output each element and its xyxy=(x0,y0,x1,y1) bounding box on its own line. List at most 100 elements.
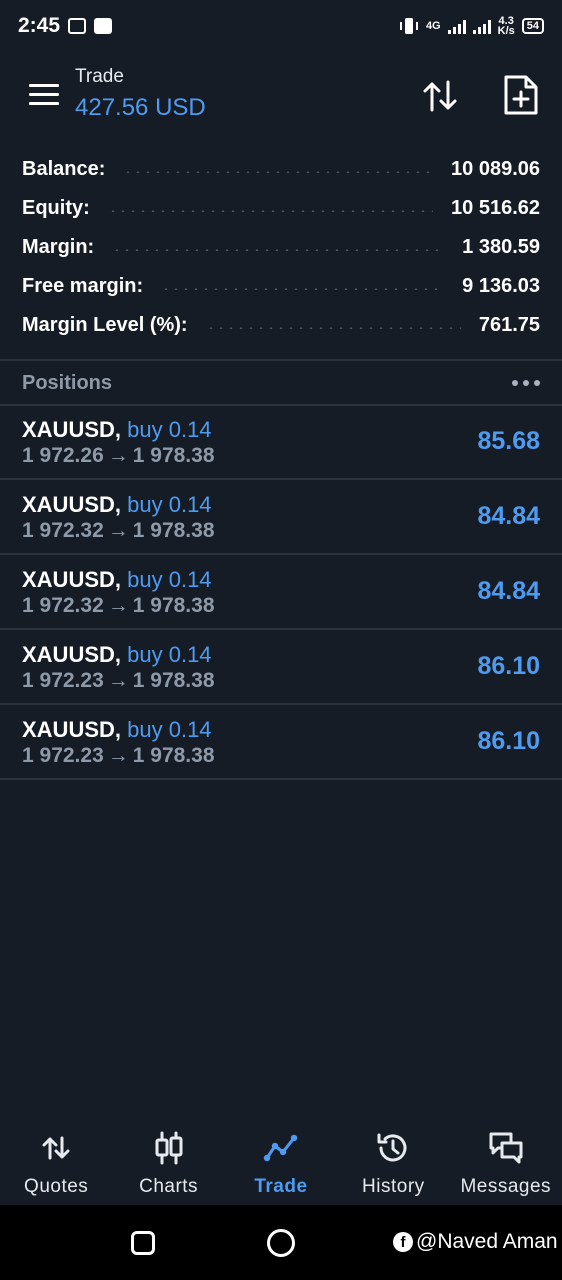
signal-icon-2 xyxy=(472,18,491,34)
summary-row-equity: Equity: 10 516.62 xyxy=(0,189,562,228)
trade-line-icon xyxy=(263,1134,298,1162)
summary-label: Balance: xyxy=(22,158,106,180)
status-bar-right: 4G 4.3 K/s 54 xyxy=(399,16,544,37)
bottom-navigation: Quotes Charts Trade History Messages xyxy=(0,1118,562,1204)
nav-label: Charts xyxy=(139,1176,199,1197)
position-row[interactable]: XAUUSD, buy 0.14 1 972.26 → 1 978.38 85.68 xyxy=(0,405,562,480)
open-price: 1 972.32 xyxy=(22,594,104,617)
position-prices: 1 972.32 → 1 978.38 xyxy=(22,594,215,618)
home-button[interactable] xyxy=(267,1229,295,1257)
new-order-icon[interactable] xyxy=(502,74,540,116)
summary-value: 10 089.06 xyxy=(451,158,540,180)
page-title: Trade xyxy=(75,66,124,87)
current-price: 1 978.38 xyxy=(132,594,215,617)
position-symbol: XAUUSD, xyxy=(22,417,122,442)
price-arrow: → xyxy=(107,444,129,467)
dotted-leader xyxy=(161,287,445,290)
summary-label: Equity: xyxy=(22,197,90,219)
summary-value: 10 516.62 xyxy=(451,197,540,219)
position-prices: 1 972.32 → 1 978.38 xyxy=(22,519,215,543)
summary-value: 1 380.59 xyxy=(462,236,540,258)
summary-label: Free margin: xyxy=(22,275,144,297)
recent-apps-button[interactable] xyxy=(131,1231,155,1255)
nav-label: Trade xyxy=(254,1176,308,1197)
total-profit: 427.56 USD xyxy=(75,94,206,121)
positions-list: XAUUSD, buy 0.14 1 972.26 → 1 978.38 85.68… xyxy=(0,405,562,780)
net-speed: 4.3 K/s xyxy=(497,16,515,37)
summary-value: 761.75 xyxy=(478,314,540,336)
summary-row-margin-level: Margin Level (%): 761.75 xyxy=(0,306,562,345)
position-symbol: XAUUSD, xyxy=(22,567,122,592)
summary-value: 9 136.03 xyxy=(462,275,540,297)
hamburger-menu-icon[interactable] xyxy=(29,84,59,106)
position-profit: 84.84 xyxy=(477,502,540,530)
price-arrow: → xyxy=(107,594,129,617)
position-row[interactable]: XAUUSD, buy 0.14 1 972.23 → 1 978.38 86.10 xyxy=(0,705,562,780)
current-price: 1 978.38 xyxy=(132,519,215,542)
current-price: 1 978.38 xyxy=(132,744,215,767)
open-price: 1 972.32 xyxy=(22,519,104,542)
app-header: Trade 427.56 USD xyxy=(0,52,562,138)
position-profit: 86.10 xyxy=(477,727,540,755)
position-symbol: XAUUSD, xyxy=(22,642,122,667)
current-price: 1 978.38 xyxy=(132,669,215,692)
notification-app-icon xyxy=(94,18,113,34)
position-title: XAUUSD, buy 0.14 xyxy=(22,492,212,518)
position-row[interactable]: XAUUSD, buy 0.14 1 972.32 → 1 978.38 84.84 xyxy=(0,480,562,555)
status-bar-left: 2:45 xyxy=(18,14,113,38)
facebook-icon: f xyxy=(393,1232,413,1252)
price-arrow: → xyxy=(107,669,129,692)
signal-icon-1 xyxy=(447,18,466,34)
nav-charts[interactable]: Charts xyxy=(113,1118,225,1198)
dotted-leader xyxy=(205,326,461,329)
summary-label: Margin: xyxy=(22,236,95,258)
arrows-updown-icon xyxy=(42,1136,70,1160)
vibrate-icon xyxy=(399,18,418,34)
divider xyxy=(0,359,562,361)
position-row[interactable]: XAUUSD, buy 0.14 1 972.23 → 1 978.38 86.10 xyxy=(0,630,562,705)
system-navigation-bar: f @Naved Aman xyxy=(0,1205,562,1280)
account-summary: Balance: 10 089.06 Equity: 10 516.62 Mar… xyxy=(0,150,562,345)
position-symbol: XAUUSD, xyxy=(22,717,122,742)
summary-row-free-margin: Free margin: 9 136.03 xyxy=(0,267,562,306)
status-bar: 2:45 4G 4.3 K/s 54 xyxy=(0,0,562,52)
position-title: XAUUSD, buy 0.14 xyxy=(22,567,212,593)
open-price: 1 972.26 xyxy=(22,444,104,467)
position-prices: 1 972.23 → 1 978.38 xyxy=(22,744,215,768)
position-prices: 1 972.26 → 1 978.38 xyxy=(22,444,215,468)
open-price: 1 972.23 xyxy=(22,744,104,767)
candlestick-icon xyxy=(155,1131,183,1165)
position-prices: 1 972.23 → 1 978.38 xyxy=(22,669,215,693)
nav-history[interactable]: History xyxy=(337,1118,449,1198)
network-type: 4G xyxy=(425,20,441,32)
nav-label: History xyxy=(362,1176,425,1197)
nav-messages[interactable]: Messages xyxy=(450,1118,562,1198)
notification-message-icon xyxy=(68,18,87,34)
position-symbol: XAUUSD, xyxy=(22,492,122,517)
watermark-text: @Naved Aman xyxy=(416,1230,558,1253)
position-side: buy 0.14 xyxy=(127,717,212,742)
more-options-icon[interactable] xyxy=(512,380,540,386)
summary-label: Margin Level (%): xyxy=(22,314,188,336)
sort-arrows-icon[interactable] xyxy=(420,76,460,116)
nav-quotes[interactable]: Quotes xyxy=(0,1118,112,1198)
current-price: 1 978.38 xyxy=(132,444,215,467)
dotted-leader xyxy=(107,209,434,212)
position-title: XAUUSD, buy 0.14 xyxy=(22,717,212,743)
open-price: 1 972.23 xyxy=(22,669,104,692)
position-profit: 86.10 xyxy=(477,652,540,680)
position-row[interactable]: XAUUSD, buy 0.14 1 972.32 → 1 978.38 84.84 xyxy=(0,555,562,630)
position-side: buy 0.14 xyxy=(127,567,212,592)
net-speed-unit: K/s xyxy=(497,25,515,37)
history-clock-icon xyxy=(377,1133,407,1162)
battery-icon: 54 xyxy=(521,18,544,34)
position-profit: 85.68 xyxy=(477,427,540,455)
position-side: buy 0.14 xyxy=(127,417,212,442)
price-arrow: → xyxy=(107,744,129,767)
position-profit: 84.84 xyxy=(477,577,540,605)
clock-time: 2:45 xyxy=(18,14,61,37)
summary-row-balance: Balance: 10 089.06 xyxy=(0,150,562,189)
position-side: buy 0.14 xyxy=(127,642,212,667)
nav-label: Quotes xyxy=(24,1176,89,1197)
nav-trade[interactable]: Trade xyxy=(225,1118,337,1198)
